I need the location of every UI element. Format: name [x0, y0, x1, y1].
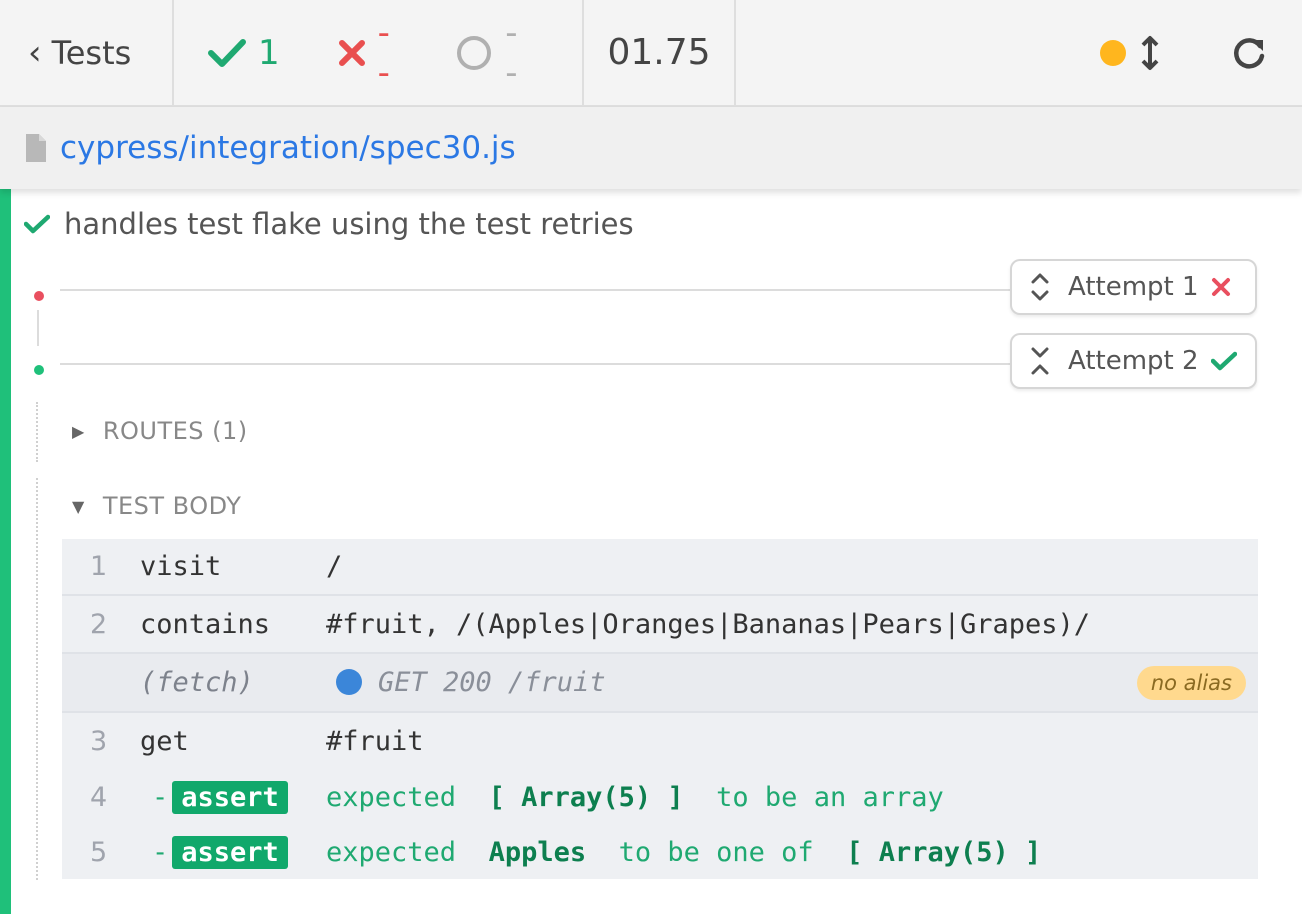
- command-number: 4: [90, 781, 108, 813]
- request-status-dot: [336, 668, 362, 695]
- command-name: contains: [140, 608, 271, 640]
- spec-file-bar: cypress/integration/spec30.js: [0, 107, 1302, 189]
- command-name: (fetch): [140, 667, 254, 698]
- reporter-header: ‹ Tests 1 -- -- 01.75: [0, 0, 1302, 107]
- spec-path-link[interactable]: cypress/integration/spec30.js: [60, 130, 516, 166]
- header-controls: [736, 0, 1302, 105]
- test-status-bar: [0, 189, 11, 914]
- command-number: 5: [90, 836, 108, 868]
- command-message: /: [326, 551, 343, 582]
- attempt-2-divider: [60, 363, 1012, 365]
- failed-count: --: [338, 13, 398, 93]
- attempt-guide: [36, 402, 38, 462]
- attempt-1-tab[interactable]: Attempt 1: [1010, 259, 1257, 315]
- assert-row[interactable]: 5 - assert expected Apples to be one of …: [62, 825, 1258, 879]
- caret-right-icon: ▶: [72, 421, 85, 441]
- toggle-auto-scroll-icon[interactable]: [1140, 35, 1160, 71]
- command-name: visit: [140, 551, 222, 582]
- command-name: - assert: [152, 780, 288, 814]
- attempt-connector: [37, 310, 39, 346]
- test-stats: 1 -- --: [174, 0, 584, 105]
- running-status-dot: [1100, 39, 1126, 66]
- command-message: GET 200 /fruit: [336, 667, 606, 698]
- command-number: 1: [90, 551, 108, 582]
- attempt-2-dot: [34, 365, 44, 375]
- command-message: expected [ Array(5) ] to be an array: [326, 781, 944, 813]
- command-row[interactable]: 1 visit /: [62, 539, 1258, 596]
- attempt-1-dot: [34, 291, 44, 301]
- command-message: #fruit: [326, 725, 424, 757]
- command-name: - assert: [152, 835, 288, 869]
- back-label: Tests: [51, 33, 132, 72]
- command-number: 2: [90, 608, 108, 640]
- command-message: #fruit, /(Apples|Oranges|Bananas|Pears|G…: [326, 608, 1091, 640]
- routes-section-toggle[interactable]: ▶ ROUTES (1): [72, 417, 248, 445]
- attempt-2-tab[interactable]: Attempt 2: [1010, 333, 1257, 389]
- alias-badge: no alias: [1136, 665, 1246, 700]
- check-icon: [24, 214, 50, 234]
- command-name: get: [140, 725, 189, 757]
- chevron-left-icon: ‹: [28, 32, 42, 73]
- pending-count: --: [455, 13, 524, 93]
- caret-down-icon: ▼: [72, 496, 85, 516]
- command-number: 3: [90, 725, 108, 757]
- duration: 01.75: [584, 0, 736, 105]
- file-icon: [24, 132, 48, 164]
- expand-icon: [1030, 272, 1050, 302]
- circle-notch-icon: [455, 34, 493, 72]
- assert-badge: assert: [172, 780, 288, 814]
- passed-count: 1: [208, 33, 280, 73]
- reload-icon[interactable]: [1230, 34, 1268, 72]
- collapse-icon: [1030, 346, 1050, 376]
- attempt-1-divider: [60, 289, 1012, 291]
- command-row[interactable]: 3 get #fruit: [62, 713, 1258, 769]
- x-icon: [338, 39, 366, 67]
- command-log: 1 visit / 2 contains #fruit, /(Apples|Or…: [62, 539, 1258, 879]
- assert-badge: assert: [172, 835, 288, 869]
- command-message: expected Apples to be one of [ Array(5) …: [326, 836, 1042, 868]
- test-body-section-toggle[interactable]: ▼ TEST BODY: [72, 492, 241, 520]
- check-icon: [208, 38, 246, 68]
- command-row[interactable]: 2 contains #fruit, /(Apples|Oranges|Bana…: [62, 596, 1258, 654]
- test-title[interactable]: handles test flake using the test retrie…: [24, 205, 634, 243]
- assert-row[interactable]: 4 - assert expected [ Array(5) ] to be a…: [62, 769, 1258, 825]
- fetch-row[interactable]: (fetch) GET 200 /fruit no alias: [62, 654, 1258, 713]
- back-to-tests-button[interactable]: ‹ Tests: [0, 0, 174, 105]
- x-icon: [1211, 277, 1231, 297]
- attempt-guide: [36, 478, 38, 880]
- check-icon: [1210, 351, 1237, 371]
